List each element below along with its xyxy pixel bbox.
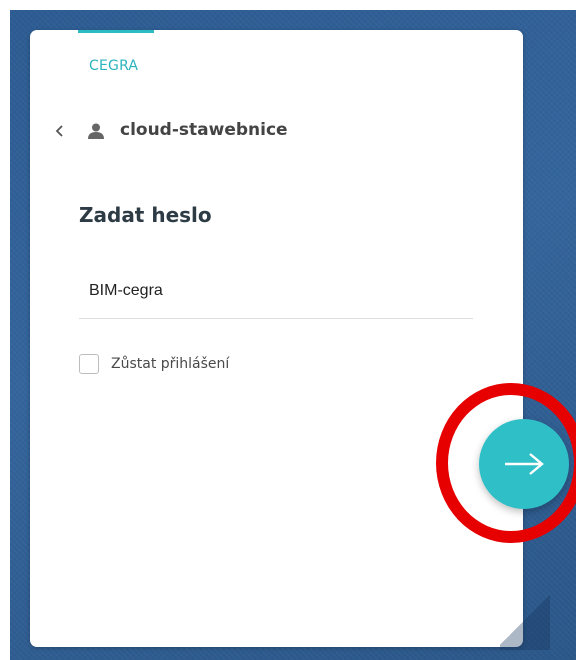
- user-icon: [88, 123, 104, 139]
- login-card: CEGRA cloud-stawebnice Zadat heslo BIM-c…: [30, 30, 523, 647]
- brand-tab-indicator: [78, 30, 154, 33]
- back-button[interactable]: [50, 121, 70, 141]
- checkbox-box[interactable]: [79, 354, 99, 374]
- account-name: cloud-stawebnice: [120, 120, 288, 140]
- brand-label: CEGRA: [89, 58, 139, 74]
- chevron-left-icon: [55, 125, 63, 137]
- page-title: Zadat heslo: [79, 203, 212, 227]
- background-fold: [500, 590, 550, 650]
- next-button[interactable]: [479, 419, 569, 509]
- password-field[interactable]: BIM-cegra: [79, 270, 473, 319]
- arrow-right-icon: [505, 453, 544, 475]
- password-value: BIM-cegra: [89, 282, 163, 299]
- remember-me-label: Zůstat přihlášení: [111, 356, 230, 372]
- remember-me-checkbox[interactable]: Zůstat přihlášení: [79, 354, 229, 374]
